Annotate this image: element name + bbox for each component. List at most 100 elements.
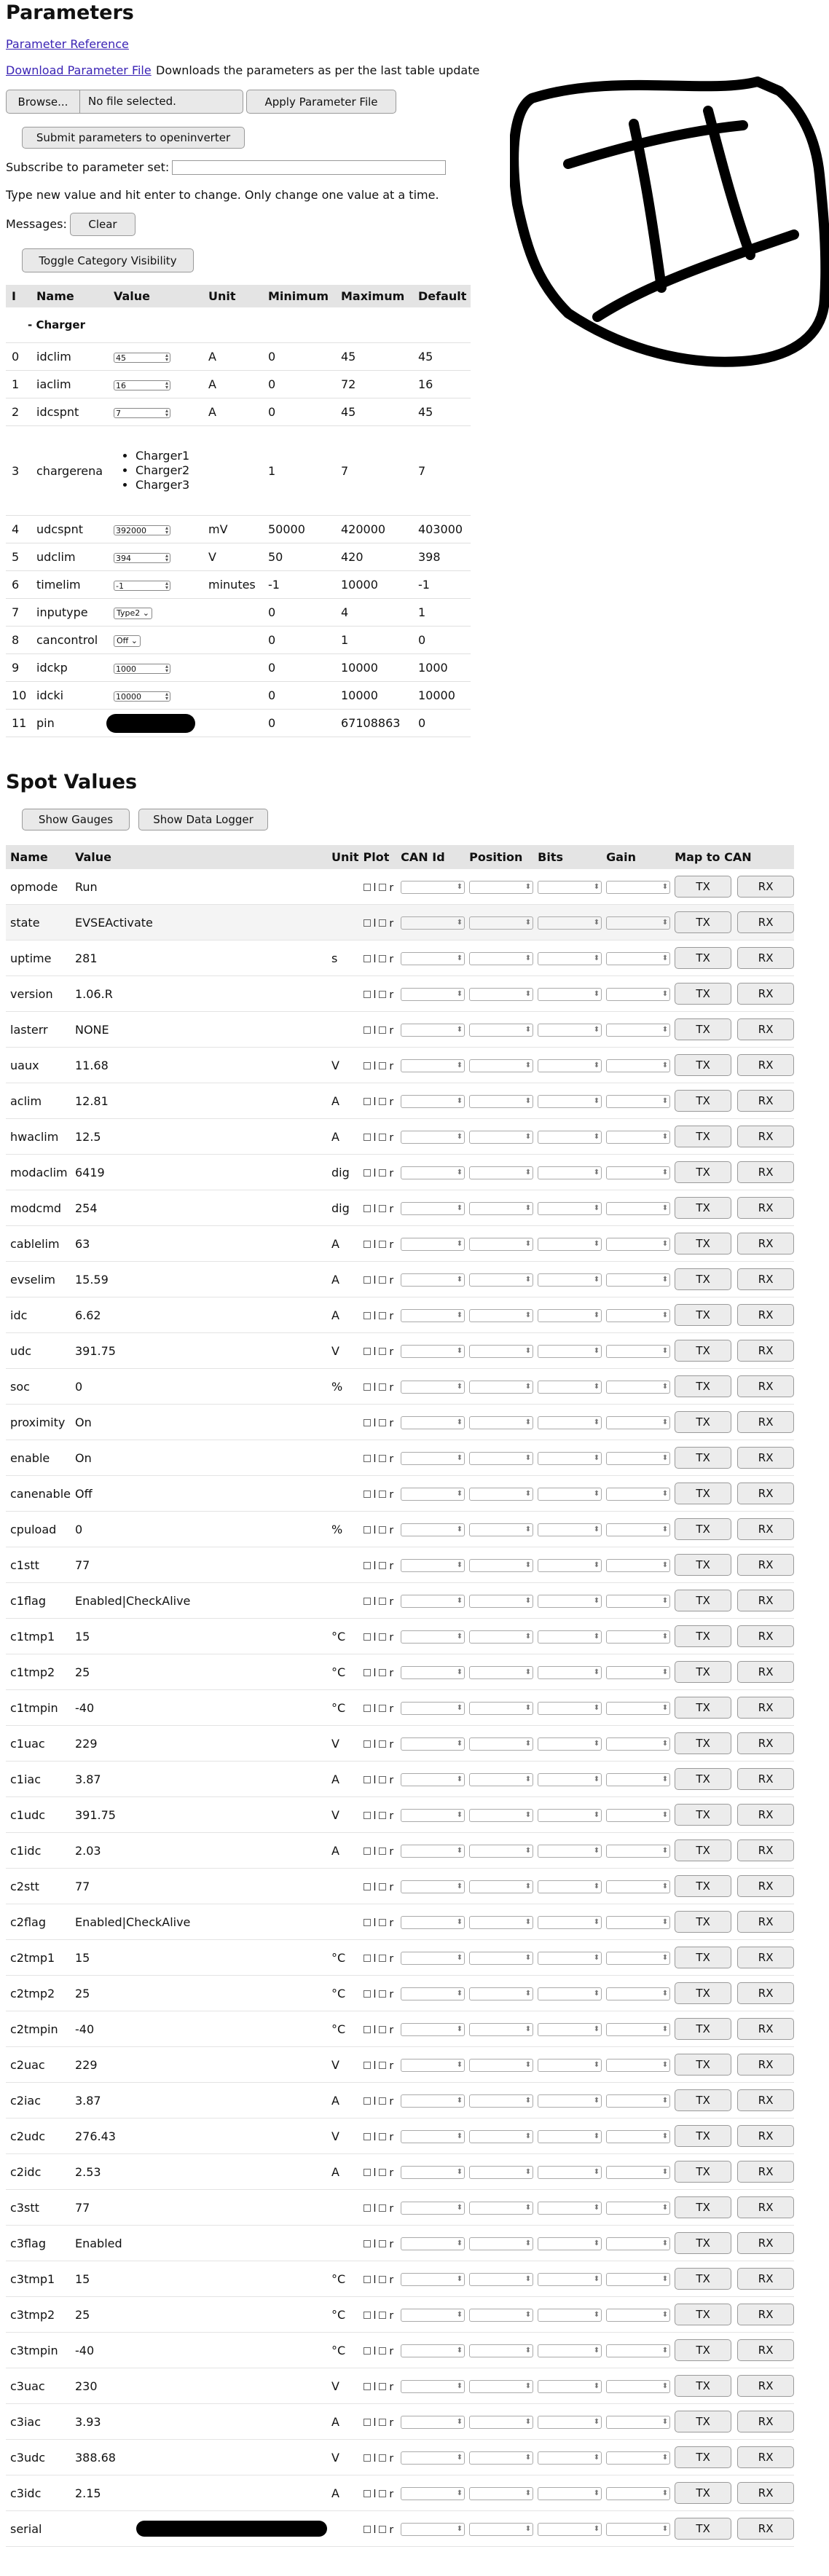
tx-button[interactable]: TX bbox=[675, 2018, 732, 2040]
param-value-select[interactable]: Off ⌄ bbox=[114, 635, 141, 647]
parameter-reference-link[interactable]: Parameter Reference bbox=[6, 37, 129, 51]
bits-input[interactable] bbox=[538, 1344, 602, 1358]
plot-right-checkbox[interactable] bbox=[379, 2097, 387, 2105]
bits-input[interactable] bbox=[538, 1594, 602, 1608]
rx-button[interactable]: RX bbox=[737, 2089, 795, 2111]
can-id-input[interactable] bbox=[401, 1665, 465, 1679]
plot-right-checkbox[interactable] bbox=[379, 2276, 387, 2283]
rx-button[interactable]: RX bbox=[737, 2125, 795, 2147]
tx-button[interactable]: TX bbox=[675, 2446, 732, 2468]
bits-input[interactable] bbox=[538, 987, 602, 1001]
param-value-input[interactable]: 7 ▴ ▾ bbox=[114, 407, 170, 418]
position-input[interactable] bbox=[469, 2058, 534, 2072]
plot-right-checkbox[interactable] bbox=[379, 1526, 387, 1534]
can-id-input[interactable] bbox=[401, 2379, 465, 2393]
plot-right-checkbox[interactable] bbox=[379, 2240, 387, 2247]
plot-left-checkbox[interactable] bbox=[363, 955, 371, 962]
gain-input[interactable] bbox=[606, 1487, 671, 1501]
plot-right-checkbox[interactable] bbox=[379, 1562, 387, 1569]
position-input[interactable] bbox=[469, 1951, 534, 1965]
plot-left-checkbox[interactable] bbox=[363, 2062, 371, 2069]
rx-button[interactable]: RX bbox=[737, 1911, 795, 1933]
bits-input[interactable] bbox=[538, 1023, 602, 1037]
bits-input[interactable] bbox=[538, 2094, 602, 2108]
position-input[interactable] bbox=[469, 1808, 534, 1822]
rx-button[interactable]: RX bbox=[737, 1161, 795, 1183]
bits-input[interactable] bbox=[538, 1808, 602, 1822]
gain-input[interactable] bbox=[606, 1308, 671, 1322]
can-id-input[interactable] bbox=[401, 2486, 465, 2500]
position-input[interactable] bbox=[469, 1237, 534, 1251]
bits-input[interactable] bbox=[538, 2272, 602, 2286]
param-value-input[interactable]: -1 ▴ ▾ bbox=[114, 580, 170, 591]
rx-button[interactable]: RX bbox=[737, 1054, 795, 1076]
bits-input[interactable] bbox=[538, 2022, 602, 2036]
plot-right-checkbox[interactable] bbox=[379, 1205, 387, 1212]
param-value-select[interactable]: Type2 ⌄ bbox=[114, 607, 152, 619]
plot-right-checkbox[interactable] bbox=[379, 2526, 387, 2533]
rx-button[interactable]: RX bbox=[737, 947, 795, 969]
rx-button[interactable]: RX bbox=[737, 2054, 795, 2076]
plot-right-checkbox[interactable] bbox=[379, 1705, 387, 1712]
plot-left-checkbox[interactable] bbox=[363, 2526, 371, 2533]
position-input[interactable] bbox=[469, 1880, 534, 1893]
position-input[interactable] bbox=[469, 1059, 534, 1072]
position-input[interactable] bbox=[469, 1415, 534, 1429]
plot-right-checkbox[interactable] bbox=[379, 991, 387, 998]
charger-list-item[interactable]: Charger3 bbox=[135, 478, 203, 492]
can-id-input[interactable] bbox=[401, 2022, 465, 2036]
tx-button[interactable]: TX bbox=[675, 1625, 732, 1647]
position-input[interactable] bbox=[469, 1201, 534, 1215]
bits-input[interactable] bbox=[538, 1059, 602, 1072]
position-input[interactable] bbox=[469, 2344, 534, 2357]
can-id-input[interactable] bbox=[401, 1237, 465, 1251]
bits-input[interactable] bbox=[538, 1380, 602, 1394]
gain-input[interactable] bbox=[606, 2486, 671, 2500]
can-id-input[interactable] bbox=[401, 1558, 465, 1572]
plot-left-checkbox[interactable] bbox=[363, 1312, 371, 1319]
rx-button[interactable]: RX bbox=[737, 1340, 795, 1362]
plot-right-checkbox[interactable] bbox=[379, 1098, 387, 1105]
rx-button[interactable]: RX bbox=[737, 1126, 795, 1147]
plot-right-checkbox[interactable] bbox=[379, 1026, 387, 1034]
plot-right-checkbox[interactable] bbox=[379, 1669, 387, 1676]
position-input[interactable] bbox=[469, 1344, 534, 1358]
browse-button[interactable]: Browse... bbox=[7, 90, 80, 113]
tx-button[interactable]: TX bbox=[675, 2125, 732, 2147]
gain-input[interactable] bbox=[606, 2022, 671, 2036]
spinner-arrows-icon[interactable]: ▴ ▾ bbox=[165, 691, 168, 701]
gain-input[interactable] bbox=[606, 2379, 671, 2393]
position-input[interactable] bbox=[469, 1273, 534, 1287]
position-input[interactable] bbox=[469, 1915, 534, 1929]
plot-left-checkbox[interactable] bbox=[363, 991, 371, 998]
can-id-input[interactable] bbox=[401, 1630, 465, 1644]
can-id-input[interactable] bbox=[401, 1987, 465, 2000]
plot-left-checkbox[interactable] bbox=[363, 1705, 371, 1712]
rx-button[interactable]: RX bbox=[737, 1982, 795, 2004]
position-input[interactable] bbox=[469, 2201, 534, 2215]
plot-right-checkbox[interactable] bbox=[379, 884, 387, 891]
param-value-input[interactable]: 16 ▴ ▾ bbox=[114, 380, 170, 390]
gain-input[interactable] bbox=[606, 1059, 671, 1072]
charger-list-item[interactable]: Charger2 bbox=[135, 463, 203, 478]
gain-input[interactable] bbox=[606, 1415, 671, 1429]
plot-left-checkbox[interactable] bbox=[363, 1419, 371, 1426]
position-input[interactable] bbox=[469, 1665, 534, 1679]
can-id-input[interactable] bbox=[401, 1166, 465, 1179]
param-value-input[interactable]: 392000 ▴ ▾ bbox=[114, 525, 170, 535]
can-id-input[interactable] bbox=[401, 1737, 465, 1751]
gain-input[interactable] bbox=[606, 2272, 671, 2286]
plot-left-checkbox[interactable] bbox=[363, 2097, 371, 2105]
can-id-input[interactable] bbox=[401, 2451, 465, 2465]
gain-input[interactable] bbox=[606, 2451, 671, 2465]
plot-right-checkbox[interactable] bbox=[379, 1740, 387, 1748]
bits-input[interactable] bbox=[538, 1665, 602, 1679]
plot-right-checkbox[interactable] bbox=[379, 2347, 387, 2355]
position-input[interactable] bbox=[469, 1166, 534, 1179]
bits-input[interactable] bbox=[538, 1558, 602, 1572]
position-input[interactable] bbox=[469, 1772, 534, 1786]
rx-button[interactable]: RX bbox=[737, 2304, 795, 2325]
bits-input[interactable] bbox=[538, 1630, 602, 1644]
can-id-input[interactable] bbox=[401, 2308, 465, 2322]
can-id-input[interactable] bbox=[401, 2415, 465, 2429]
